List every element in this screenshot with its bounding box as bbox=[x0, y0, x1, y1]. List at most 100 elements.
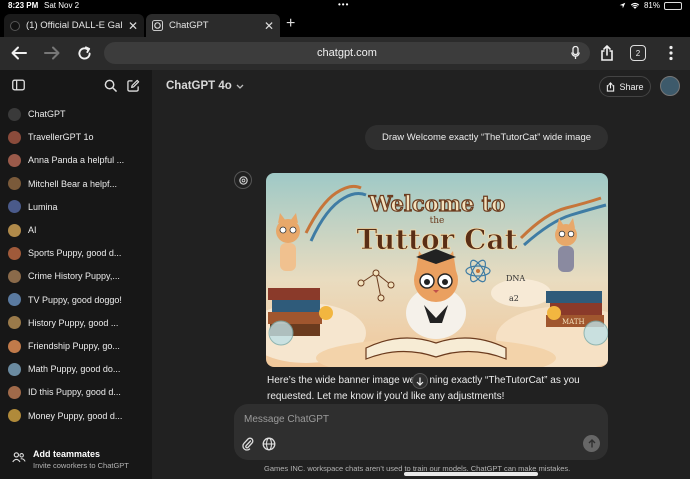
assistant-reply: Here’s the wide banner image we’ ning exa… bbox=[267, 373, 597, 405]
sidebar-item[interactable]: TV Puppy, good doggo! bbox=[8, 290, 148, 310]
sidebar-item[interactable]: Crime History Puppy,... bbox=[8, 266, 148, 286]
gpt-avatar-icon bbox=[8, 362, 21, 376]
dna-text: DNA bbox=[506, 274, 525, 283]
share-button[interactable]: Share bbox=[599, 76, 651, 97]
arrow-left-icon bbox=[11, 46, 27, 60]
tab-overview-button[interactable]: 2 bbox=[630, 45, 646, 61]
sidebar-item[interactable]: TravellerGPT 1o bbox=[8, 127, 148, 147]
sidebar: ChatGPT TravellerGPT 1o Anna Panda a helpf… bbox=[0, 70, 152, 479]
sidebar-item[interactable]: Lumina bbox=[8, 197, 148, 217]
sidebar-item-label: Sports Puppy, good d... bbox=[28, 248, 122, 259]
microphone-icon[interactable] bbox=[571, 46, 580, 60]
model-name: ChatGPT 4o bbox=[166, 80, 232, 92]
sidebar-item-label: ID this Puppy, good d... bbox=[28, 387, 121, 398]
forum-favicon-icon bbox=[10, 20, 20, 31]
battery-icon bbox=[664, 1, 682, 10]
message-input[interactable]: Message ChatGPT bbox=[244, 414, 329, 425]
share-icon bbox=[607, 81, 615, 92]
sidebar-item-label: ChatGPT bbox=[28, 109, 66, 119]
battery-percent: 81% bbox=[643, 1, 660, 10]
multitask-dots[interactable]: ••• bbox=[338, 0, 349, 9]
share-label: Share bbox=[619, 81, 644, 92]
back-button[interactable] bbox=[7, 41, 31, 65]
sidebar-item-label: Crime History Puppy,... bbox=[28, 271, 120, 282]
scroll-down-button[interactable] bbox=[412, 373, 428, 389]
tab-title: (1) Official DALL-E Galle bbox=[26, 20, 122, 31]
invite-coworkers-text: Invite coworkers to ChatGPT bbox=[33, 461, 129, 470]
sidebar-item[interactable]: AI bbox=[8, 220, 148, 240]
model-selector[interactable]: ChatGPT 4o bbox=[166, 80, 244, 92]
gpt-avatar-icon bbox=[8, 409, 21, 423]
sidebar-item[interactable]: History Puppy, good ... bbox=[8, 313, 148, 333]
sidebar-item-label: Math Puppy, good do... bbox=[28, 364, 121, 375]
generated-banner-image[interactable]: Welcome to the Tuttor Cat MATH DNA a2 bbox=[266, 173, 608, 367]
message-composer[interactable]: Message ChatGPT bbox=[234, 404, 608, 460]
sidebar-item-label: Money Puppy, good d... bbox=[28, 410, 123, 421]
gpt-avatar-icon bbox=[8, 200, 21, 214]
send-button[interactable] bbox=[583, 435, 600, 452]
arrow-right-icon bbox=[44, 46, 60, 60]
add-teammates-label: Add teammates bbox=[33, 449, 101, 459]
search-icon[interactable] bbox=[104, 79, 117, 92]
gpt-avatar-icon bbox=[8, 269, 21, 283]
sidebar-item-label: Mitchell Bear a helpf... bbox=[28, 178, 118, 189]
arrow-down-icon bbox=[416, 377, 424, 386]
tab-chatgpt[interactable]: ChatGPT ✕ bbox=[146, 14, 280, 37]
status-bar: 8:23 PM Sat Nov 2 ••• 81% bbox=[0, 0, 690, 12]
sidebar-item-label: Anna Panda a helpful ... bbox=[28, 155, 125, 166]
share-icon bbox=[601, 45, 613, 61]
url-text: chatgpt.com bbox=[317, 47, 377, 59]
math-book-label: MATH bbox=[562, 318, 585, 326]
sidebar-item[interactable]: Money Puppy, good d... bbox=[8, 406, 148, 426]
new-chat-icon[interactable] bbox=[127, 79, 140, 92]
sidebar-toggle-icon[interactable] bbox=[12, 79, 25, 91]
close-tab-icon[interactable]: ✕ bbox=[128, 19, 138, 33]
status-date: Sat Nov 2 bbox=[44, 1, 80, 10]
close-tab-icon[interactable]: ✕ bbox=[264, 19, 274, 33]
tab-dalle-gallery[interactable]: (1) Official DALL-E Galle ✕ bbox=[4, 14, 144, 37]
globe-icon[interactable] bbox=[262, 437, 276, 451]
chevron-down-icon bbox=[236, 84, 244, 89]
status-right: 81% bbox=[619, 1, 682, 10]
browser-tab-strip: (1) Official DALL-E Galle ✕ ChatGPT ✕ + bbox=[0, 12, 690, 37]
gpt-avatar-icon bbox=[8, 293, 21, 307]
home-indicator[interactable] bbox=[404, 472, 538, 476]
tab-title: ChatGPT bbox=[169, 20, 209, 31]
sidebar-item[interactable]: ChatGPT bbox=[8, 104, 148, 124]
sidebar-item-label: Lumina bbox=[28, 201, 58, 212]
more-button[interactable] bbox=[659, 41, 683, 65]
avatar[interactable] bbox=[660, 76, 680, 96]
share-page-button[interactable] bbox=[595, 41, 619, 65]
new-tab-icon[interactable]: + bbox=[286, 15, 295, 33]
chatgpt-favicon-icon bbox=[152, 20, 163, 31]
sidebar-item[interactable]: Sports Puppy, good d... bbox=[8, 243, 148, 263]
sidebar-item[interactable]: Math Puppy, good do... bbox=[8, 359, 148, 379]
forward-button[interactable] bbox=[40, 41, 64, 65]
sidebar-item[interactable]: Anna Panda a helpful ... bbox=[8, 150, 148, 170]
reload-icon bbox=[77, 45, 91, 59]
browser-toolbar: chatgpt.com 2 bbox=[0, 37, 690, 70]
gpt-avatar-icon bbox=[8, 385, 21, 399]
chatgpt-logo-icon bbox=[8, 107, 21, 121]
sidebar-item-label: AI bbox=[28, 225, 37, 235]
sidebar-item[interactable]: Friendship Puppy, go... bbox=[8, 336, 148, 356]
reply-line-1a: Here’s the wide banner image we’ bbox=[267, 375, 418, 386]
reload-button[interactable] bbox=[72, 41, 96, 65]
gpt-avatar-icon bbox=[8, 339, 21, 353]
add-user-icon bbox=[12, 452, 26, 463]
reply-line-1b: ning exactly “TheTutorCat” as you bbox=[429, 375, 580, 386]
gpt-avatar-icon bbox=[8, 177, 21, 191]
arrow-up-icon bbox=[588, 439, 595, 448]
gpt-avatar-icon bbox=[8, 316, 21, 330]
gpt-avatar-icon bbox=[8, 153, 21, 167]
reply-line-2: requested. Let me know if you’d like any… bbox=[267, 391, 505, 402]
sidebar-item[interactable]: ID this Puppy, good d... bbox=[8, 382, 148, 402]
gpt-avatar-icon bbox=[8, 130, 21, 144]
chat-main: ChatGPT 4o Share Draw Welcome exactly “T… bbox=[152, 70, 690, 479]
address-bar[interactable]: chatgpt.com bbox=[104, 42, 590, 64]
gpt-avatar-icon bbox=[8, 223, 21, 237]
paperclip-icon[interactable] bbox=[242, 437, 254, 451]
sidebar-item[interactable]: Mitchell Bear a helpf... bbox=[8, 174, 148, 194]
add-teammates-button[interactable]: Add teammates Invite coworkers to ChatGP… bbox=[0, 440, 152, 479]
sidebar-toolbar bbox=[0, 78, 152, 98]
